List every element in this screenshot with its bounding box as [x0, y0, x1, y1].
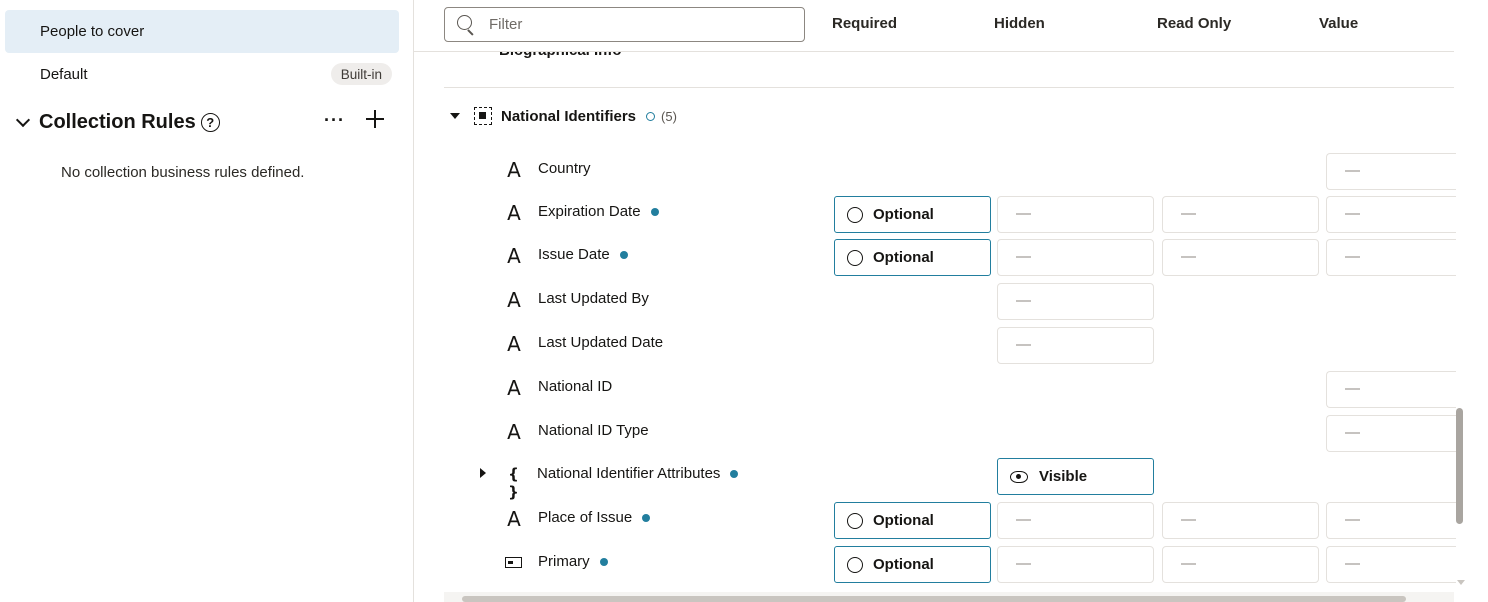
required-optional-button[interactable]: Optional [834, 502, 991, 539]
read-only-cell[interactable] [1162, 546, 1319, 583]
boolean-field-icon [505, 557, 522, 568]
expand-triangle-icon[interactable] [480, 468, 486, 478]
ellipsis-icon[interactable]: ··· [324, 110, 345, 131]
text-attribute-icon: A [507, 244, 521, 268]
filter-field[interactable] [444, 7, 805, 42]
group-row-cut-off: Biographical Info [444, 50, 1454, 88]
chevron-down-icon[interactable] [14, 113, 32, 131]
hidden-cell[interactable] [997, 196, 1154, 233]
hidden-cell[interactable] [997, 327, 1154, 364]
attributes-panel: Required Hidden Read Only Value Biograph… [414, 0, 1488, 602]
text-attribute-icon: A [507, 158, 521, 182]
status-ring-icon [646, 111, 656, 121]
horizontal-scrollbar[interactable] [462, 596, 1406, 602]
circle-icon [847, 512, 863, 529]
column-header-read-only[interactable]: Read Only [1157, 15, 1231, 32]
empty-rules-message: No collection business rules defined. [61, 164, 305, 181]
hidden-cell[interactable] [997, 546, 1154, 583]
nav-item-default[interactable]: Default Built-in [5, 53, 399, 96]
scroll-down-arrow-icon[interactable] [1457, 580, 1465, 585]
group-object-icon [474, 107, 492, 125]
text-attribute-icon: A [507, 201, 521, 225]
left-panel: People to cover Default Built-in Collect… [0, 0, 414, 602]
circle-icon [847, 556, 863, 573]
collection-rules-header: Collection Rules ? ··· [14, 104, 394, 140]
nav-item-label: People to cover [40, 23, 145, 40]
circle-icon [847, 206, 863, 223]
row-label: Country [538, 160, 591, 177]
table-row[interactable]: A National ID [444, 364, 1456, 408]
column-header-required[interactable]: Required [832, 15, 897, 32]
row-label: National Identifier Attributes [537, 465, 739, 482]
help-circle-icon[interactable]: ? [200, 112, 220, 132]
column-header-hidden[interactable]: Hidden [994, 15, 1045, 32]
hidden-cell[interactable] [997, 239, 1154, 276]
table-row[interactable]: { } National Identifier Attributes Visib… [444, 451, 1454, 501]
status-dot-icon [730, 469, 739, 478]
table-row[interactable]: A National ID Type [444, 408, 1456, 452]
value-cell[interactable] [1326, 196, 1456, 233]
required-optional-button[interactable]: Optional [834, 546, 991, 583]
nav-item-label: Default [40, 66, 88, 83]
read-only-cell[interactable] [1162, 502, 1319, 539]
table-header-bar: Required Hidden Read Only Value [414, 0, 1454, 52]
read-only-cell[interactable] [1162, 196, 1319, 233]
text-attribute-icon: A [507, 420, 521, 444]
table-row[interactable]: A Country [444, 146, 1456, 190]
required-optional-button[interactable]: Optional [834, 239, 991, 276]
circle-icon [847, 249, 863, 266]
table-row[interactable]: A Place of Issue Optional [444, 495, 1456, 539]
read-only-cell[interactable] [1162, 239, 1319, 276]
status-dot-icon [642, 513, 651, 522]
value-cell[interactable] [1326, 153, 1456, 190]
hidden-visible-button[interactable]: Visible [997, 458, 1154, 495]
hidden-cell[interactable] [997, 283, 1154, 320]
value-cell[interactable] [1326, 371, 1456, 408]
collection-rules-title: Collection Rules [39, 110, 196, 133]
value-cell[interactable] [1326, 239, 1456, 276]
row-label: National ID [538, 378, 613, 395]
hidden-cell[interactable] [997, 502, 1154, 539]
eye-icon [1010, 470, 1028, 483]
table-row[interactable]: A Last Updated By [444, 276, 1454, 320]
status-dot-icon [619, 250, 628, 259]
group-header-national-identifiers[interactable]: National Identifiers (5) [444, 100, 677, 132]
search-icon [457, 15, 475, 33]
plus-icon[interactable] [364, 108, 386, 130]
built-in-badge: Built-in [330, 63, 392, 85]
row-label: Last Updated Date [538, 334, 664, 351]
text-attribute-icon: A [507, 288, 521, 312]
status-dot-icon [650, 207, 659, 216]
nav-item-people-to-cover[interactable]: People to cover [5, 10, 399, 53]
row-label: Issue Date [538, 246, 628, 263]
text-attribute-icon: A [507, 376, 521, 400]
row-label: Last Updated By [538, 290, 649, 307]
value-cell[interactable] [1326, 502, 1456, 539]
row-label: Primary [538, 553, 608, 570]
group-count: (5) [661, 108, 677, 124]
filter-input[interactable] [489, 8, 789, 41]
row-label: Place of Issue [538, 509, 651, 526]
table-row[interactable]: A Issue Date Optional [444, 232, 1456, 276]
value-cell[interactable] [1326, 546, 1456, 583]
text-attribute-icon: A [507, 332, 521, 356]
status-dot-icon [599, 557, 608, 566]
collapse-triangle-icon[interactable] [450, 113, 460, 119]
column-header-value[interactable]: Value [1319, 15, 1358, 32]
group-title: National Identifiers [501, 107, 637, 125]
text-attribute-icon: A [507, 507, 521, 531]
row-label: Expiration Date [538, 203, 659, 220]
table-row[interactable]: A Last Updated Date [444, 320, 1454, 364]
vertical-scrollbar[interactable] [1456, 408, 1463, 524]
table-row[interactable]: Primary Optional [444, 539, 1456, 583]
required-optional-button[interactable]: Optional [834, 196, 991, 233]
table-row[interactable]: A Expiration Date Optional [444, 189, 1456, 233]
row-label: National ID Type [538, 422, 649, 439]
value-cell[interactable] [1326, 415, 1456, 452]
